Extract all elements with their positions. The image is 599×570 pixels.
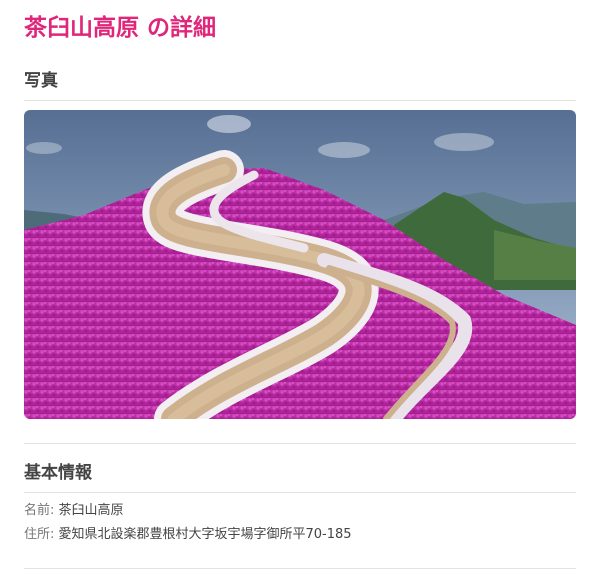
bottom-divider <box>24 568 576 569</box>
basic-info-heading-divider <box>24 492 576 493</box>
info-address-label: 住所: <box>24 527 59 542</box>
info-address-value: 愛知県北設楽郡豊根村大字坂宇場字御所平70-185 <box>58 527 352 542</box>
section-divider <box>24 443 576 444</box>
detail-page: 茶臼山高原 の詳細 写真 基本情報 名前: 茶臼山高原 住所: 愛知県北設楽郡豊… <box>0 0 599 570</box>
info-name-value: 茶臼山高原 <box>58 503 124 518</box>
basic-info-heading: 基本情報 <box>24 463 92 483</box>
info-name-row: 名前: 茶臼山高原 <box>24 502 124 520</box>
info-name-label: 名前: <box>24 503 59 518</box>
page-title: 茶臼山高原 の詳細 <box>24 15 217 41</box>
info-address-row: 住所: 愛知県北設楽郡豊根村大字坂宇場字御所平70-185 <box>24 526 352 544</box>
photo-section-heading: 写真 <box>24 71 58 91</box>
location-photo <box>24 110 576 419</box>
photo-heading-divider <box>24 100 576 101</box>
